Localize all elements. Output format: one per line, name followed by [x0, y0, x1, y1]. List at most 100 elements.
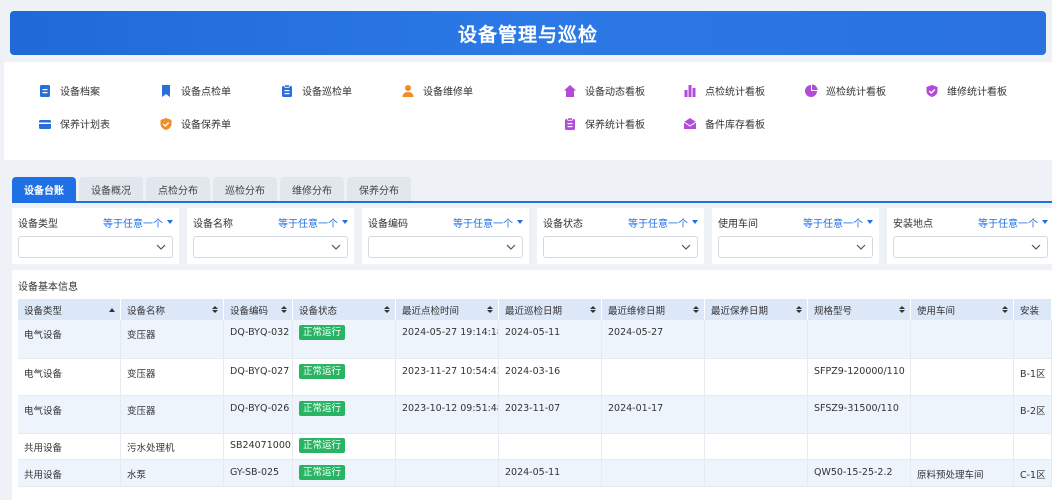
table-row[interactable]: 电气设备 变压器 DQ-BYQ-027 正常运行 2023-11-27 10:54:42…: [18, 359, 1052, 396]
sort-icon[interactable]: [212, 306, 218, 313]
column-header-label: 最近维修日期: [608, 305, 666, 317]
status-badge: 正常运行: [299, 465, 346, 480]
column-header[interactable]: 最近巡检日期: [499, 299, 602, 320]
table-header-row: 设备类型 设备名称 设备编码 设备状态 最近点检时间 最近巡检日期 最近维修日期 最近保养日期…: [18, 299, 1052, 320]
sort-icon[interactable]: [796, 306, 802, 313]
chevron-down-icon: [156, 244, 166, 250]
column-header-label: 使用车间: [917, 305, 956, 317]
filter-select[interactable]: [718, 236, 873, 258]
filter-bar: 设备类型 等于任意一个 设备名称 等于任意一个 设备编码 等于任意一个 设备状态 等于任…: [12, 208, 1052, 264]
menu-item-repair-stats[interactable]: 维修统计看板: [925, 83, 1007, 98]
filter-select[interactable]: [18, 236, 173, 258]
menu-item-maintenance-stats[interactable]: 保养统计看板: [563, 116, 645, 131]
sort-icon[interactable]: [590, 306, 596, 313]
table-row[interactable]: 电气设备 变压器 DQ-BYQ-032 正常运行 2024-05-27 19:14:18…: [18, 320, 1052, 359]
document-icon: [40, 84, 50, 97]
page-banner: 设备管理与巡检: [10, 11, 1046, 55]
menu-item-spot-check[interactable]: 设备点检单: [159, 83, 231, 98]
sort-ascending-icon[interactable]: [109, 307, 115, 312]
table-cell: 电气设备: [18, 359, 121, 396]
chevron-down-icon: [1031, 244, 1041, 250]
menu-item-spare-parts[interactable]: 备件库存看板: [683, 116, 765, 131]
column-header[interactable]: 最近维修日期: [602, 299, 705, 320]
tab-patrol-distribution[interactable]: 巡检分布: [213, 177, 277, 201]
filter-equipment-status: 设备状态 等于任意一个: [537, 208, 704, 264]
sort-icon[interactable]: [1002, 306, 1008, 313]
table-cell: 正常运行: [293, 460, 396, 487]
table-cell: SB240710001: [224, 434, 293, 460]
tab-maintenance-distribution[interactable]: 保养分布: [347, 177, 411, 201]
table-cell: [911, 434, 1014, 460]
filter-select[interactable]: [543, 236, 698, 258]
status-badge: 正常运行: [299, 438, 346, 453]
table-cell: [1014, 320, 1052, 359]
filter-label: 设备编码: [368, 218, 408, 230]
tab-repair-distribution[interactable]: 维修分布: [280, 177, 344, 201]
shield-check-icon: [926, 84, 938, 97]
column-header[interactable]: 设备状态: [293, 299, 396, 320]
sort-icon[interactable]: [384, 306, 390, 313]
tab-equipment-ledger[interactable]: 设备台账: [12, 177, 76, 201]
filter-operator-label: 等于任意一个: [803, 218, 863, 230]
column-header[interactable]: 使用车间: [911, 299, 1014, 320]
filter-operator-dropdown[interactable]: 等于任意一个: [628, 215, 698, 230]
column-header[interactable]: 设备类型: [18, 299, 121, 320]
sort-icon[interactable]: [281, 306, 287, 313]
table-cell: QW50-15-25-2.2: [808, 460, 911, 487]
column-header[interactable]: 最近保养日期: [705, 299, 808, 320]
table-cell: [396, 460, 499, 487]
sort-icon[interactable]: [487, 306, 493, 313]
table-cell: [1014, 434, 1052, 460]
filter-select[interactable]: [893, 236, 1048, 258]
filter-select[interactable]: [368, 236, 523, 258]
menu-item-spot-stats[interactable]: 点检统计看板: [683, 83, 765, 98]
column-header[interactable]: 规格型号: [808, 299, 911, 320]
table-row[interactable]: 共用设备 水泵 GY-SB-025 正常运行 2024-05-11 QW50-15-25-…: [18, 460, 1052, 487]
caret-down-icon: [517, 220, 523, 224]
menu-item-equipment-archive[interactable]: 设备档案: [38, 83, 100, 98]
caret-down-icon: [692, 220, 698, 224]
tab-equipment-overview[interactable]: 设备概况: [79, 177, 143, 201]
table-cell: 变压器: [121, 320, 224, 359]
chevron-down-icon: [331, 244, 341, 250]
menu-item-patrol[interactable]: 设备巡检单: [280, 83, 352, 98]
menu-item-maintenance-plan[interactable]: 保养计划表: [38, 116, 110, 131]
table-row[interactable]: 电气设备 变压器 DQ-BYQ-026 正常运行 2023-10-12 09:51:48…: [18, 396, 1052, 434]
table-cell: SFSZ9-31500/110: [808, 396, 911, 434]
table-cell: 电气设备: [18, 396, 121, 434]
filter-label: 设备状态: [543, 218, 583, 230]
column-header[interactable]: 设备名称: [121, 299, 224, 320]
table-cell: [705, 460, 808, 487]
sort-icon[interactable]: [693, 306, 699, 313]
table-cell: 共用设备: [18, 460, 121, 487]
column-header[interactable]: 最近点检时间: [396, 299, 499, 320]
card-icon: [39, 119, 51, 129]
menu-item-repair[interactable]: 设备维修单: [401, 83, 473, 98]
filter-operator-dropdown[interactable]: 等于任意一个: [803, 215, 873, 230]
table-row[interactable]: 共用设备 污水处理机 SB240710001 正常运行: [18, 434, 1052, 460]
table-cell: 正常运行: [293, 396, 396, 434]
table-cell: [499, 434, 602, 460]
table-cell: 2024-05-27: [602, 320, 705, 359]
table-cell: [705, 320, 808, 359]
home-icon: [564, 84, 576, 97]
tab-spot-check-distribution[interactable]: 点检分布: [146, 177, 210, 201]
menu-item-label: 设备档案: [60, 87, 100, 98]
sort-icon[interactable]: [899, 306, 905, 313]
column-header-label: 安装: [1020, 305, 1040, 317]
filter-operator-dropdown[interactable]: 等于任意一个: [103, 215, 173, 230]
table-cell: C-1区: [1014, 460, 1052, 487]
filter-label: 安装地点: [893, 218, 933, 230]
filter-operator-dropdown[interactable]: 等于任意一个: [278, 215, 348, 230]
menu-item-maintenance-order[interactable]: 设备保养单: [159, 116, 231, 131]
column-header[interactable]: 安装: [1014, 299, 1052, 320]
menu-item-patrol-stats[interactable]: 巡检统计看板: [804, 83, 886, 98]
filter-operator-dropdown[interactable]: 等于任意一个: [453, 215, 523, 230]
menu-item-dynamic-board[interactable]: 设备动态看板: [563, 83, 645, 98]
table-cell: 2023-11-07: [499, 396, 602, 434]
filter-select[interactable]: [193, 236, 348, 258]
column-header[interactable]: 设备编码: [224, 299, 293, 320]
menu-item-label: 维修统计看板: [947, 87, 1007, 98]
menu-item-label: 设备动态看板: [585, 87, 645, 98]
filter-operator-dropdown[interactable]: 等于任意一个: [978, 215, 1048, 230]
